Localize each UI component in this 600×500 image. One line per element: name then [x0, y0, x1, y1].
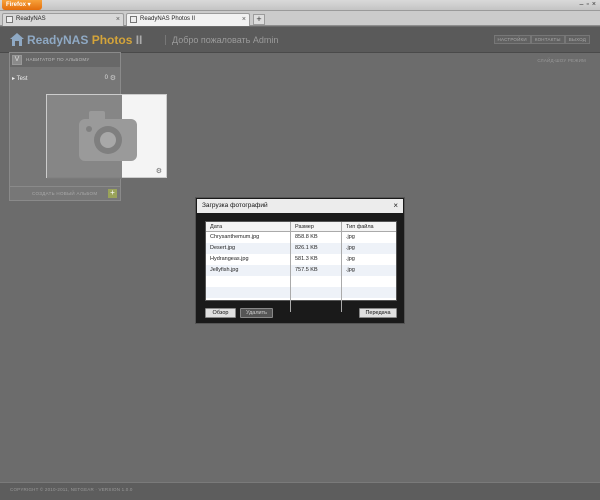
file-name: Chrysanthemum.jpg: [206, 232, 291, 243]
browser-titlebar: Firefox ▾ – ▫ ×: [0, 0, 600, 11]
minimize-icon[interactable]: –: [580, 1, 584, 9]
close-window-icon[interactable]: ×: [592, 1, 596, 9]
table-row[interactable]: Jellyfish.jpg 757.5 KB .jpg: [206, 265, 396, 276]
slideshow-link[interactable]: СЛАЙД-ШОУ РЕЖИМ: [537, 58, 586, 63]
footer-text: COPYRIGHT © 2010-2011, NETGEAR · VERSION…: [10, 487, 133, 492]
album-navigator-title: НАВИГАТОР ПО АЛЬБОМУ: [26, 57, 90, 62]
app-header: ReadyNAS Photos II Добро пожаловать Admi…: [0, 27, 600, 53]
album-item-test[interactable]: ▸ Test 0 ⚙: [12, 75, 118, 83]
page-icon: [6, 16, 13, 23]
file-name: Jellyfish.jpg: [206, 265, 291, 276]
home-logo-icon: [10, 33, 24, 46]
tab-readynas-photos[interactable]: ReadyNAS Photos II ×: [126, 13, 250, 26]
dialog-title: Загрузка фотографий: [202, 202, 268, 209]
file-name: Desert.jpg: [206, 243, 291, 254]
empty-cell: [291, 287, 342, 298]
upload-file-table: Дата Размер Тип файла Chrysanthemum.jpg …: [205, 221, 397, 312]
dialog-title-bar: Загрузка фотографий ×: [197, 199, 403, 213]
file-size: 858.8 KB: [291, 232, 342, 243]
close-icon[interactable]: ×: [393, 199, 398, 213]
file-size: 581.3 KB: [291, 254, 342, 265]
file-type: .jpg: [346, 245, 355, 251]
gear-icon[interactable]: ⚙: [156, 167, 162, 175]
window-controls: – ▫ ×: [580, 1, 596, 9]
welcome-text: Добро пожаловать Admin: [165, 35, 278, 45]
maximize-icon[interactable]: ▫: [586, 1, 588, 9]
empty-cell: [342, 276, 396, 287]
file-size: 826.1 KB: [291, 243, 342, 254]
browse-button[interactable]: Обзор: [205, 308, 236, 318]
empty-cell: [291, 276, 342, 287]
brand-photos: Photos: [91, 33, 133, 47]
firefox-menu-button[interactable]: Firefox ▾: [2, 0, 42, 10]
firefox-menu-label: Firefox: [6, 2, 27, 8]
add-album-button[interactable]: +: [108, 189, 117, 198]
empty-cell: [291, 298, 342, 312]
table-row[interactable]: Chrysanthemum.jpg 858.8 KB .jpg: [206, 232, 396, 243]
tab-label: ReadyNAS: [16, 16, 46, 22]
upload-photos-dialog: Загрузка фотографий × Дата Размер Тип фа…: [195, 197, 405, 324]
table-row[interactable]: Desert.jpg 826.1 KB .jpg: [206, 243, 396, 254]
album-name: ▸ Test: [12, 76, 28, 82]
upload-button[interactable]: Передача: [359, 308, 397, 318]
album-count: 0: [104, 75, 108, 81]
album-navigator-footer: СОЗДАТЬ НОВЫЙ АЛЬБОМ +: [10, 186, 120, 200]
empty-cell: [342, 287, 396, 298]
logout-link[interactable]: ВЫХОД: [564, 35, 590, 44]
brand-version: II: [135, 33, 143, 47]
camera-icon: [79, 111, 137, 161]
gear-icon[interactable]: ⚙: [110, 74, 116, 82]
create-album-link[interactable]: СОЗДАТЬ НОВЫЙ АЛЬБОМ: [32, 191, 97, 196]
tab-close-icon[interactable]: ×: [242, 14, 246, 25]
column-header-type[interactable]: Тип файла: [342, 222, 396, 231]
album-cover-card[interactable]: ⚙: [46, 94, 167, 179]
table-row[interactable]: Hydrangeas.jpg 581.3 KB .jpg: [206, 254, 396, 265]
page-footer: COPYRIGHT © 2010-2011, NETGEAR · VERSION…: [0, 482, 600, 500]
file-name: Hydrangeas.jpg: [206, 254, 291, 265]
tab-close-icon[interactable]: ×: [116, 14, 120, 25]
tab-label: ReadyNAS Photos II: [140, 16, 196, 22]
new-tab-button[interactable]: +: [253, 14, 265, 25]
album-navigator-header: V НАВИГАТОР ПО АЛЬБОМУ: [10, 53, 120, 67]
column-header-size[interactable]: Размер: [291, 222, 342, 231]
browser-tabbar: ReadyNAS × ReadyNAS Photos II × +: [0, 11, 600, 26]
file-type: .jpg: [346, 256, 355, 262]
empty-row: [206, 287, 396, 298]
delete-button[interactable]: Удалить: [240, 308, 273, 318]
brand-title: ReadyNAS Photos II: [27, 33, 142, 47]
file-type: .jpg: [346, 234, 355, 240]
top-nav-links: НАСТРОЙКИ КОНТАКТЫ ВЫХОД: [493, 35, 590, 44]
empty-cell: [206, 287, 291, 298]
settings-link[interactable]: НАСТРОЙКИ: [493, 35, 531, 44]
empty-row: [206, 276, 396, 287]
file-type: .jpg: [346, 267, 355, 273]
file-size: 757.5 KB: [291, 265, 342, 276]
page-icon: [130, 16, 137, 23]
collapse-button[interactable]: V: [12, 55, 22, 65]
brand-readynas: ReadyNAS: [27, 33, 89, 47]
tab-readynas[interactable]: ReadyNAS ×: [2, 13, 124, 26]
empty-cell: [206, 276, 291, 287]
column-header-date[interactable]: Дата: [206, 222, 291, 231]
contacts-link[interactable]: КОНТАКТЫ: [530, 35, 565, 44]
table-header: Дата Размер Тип файла: [206, 222, 396, 232]
